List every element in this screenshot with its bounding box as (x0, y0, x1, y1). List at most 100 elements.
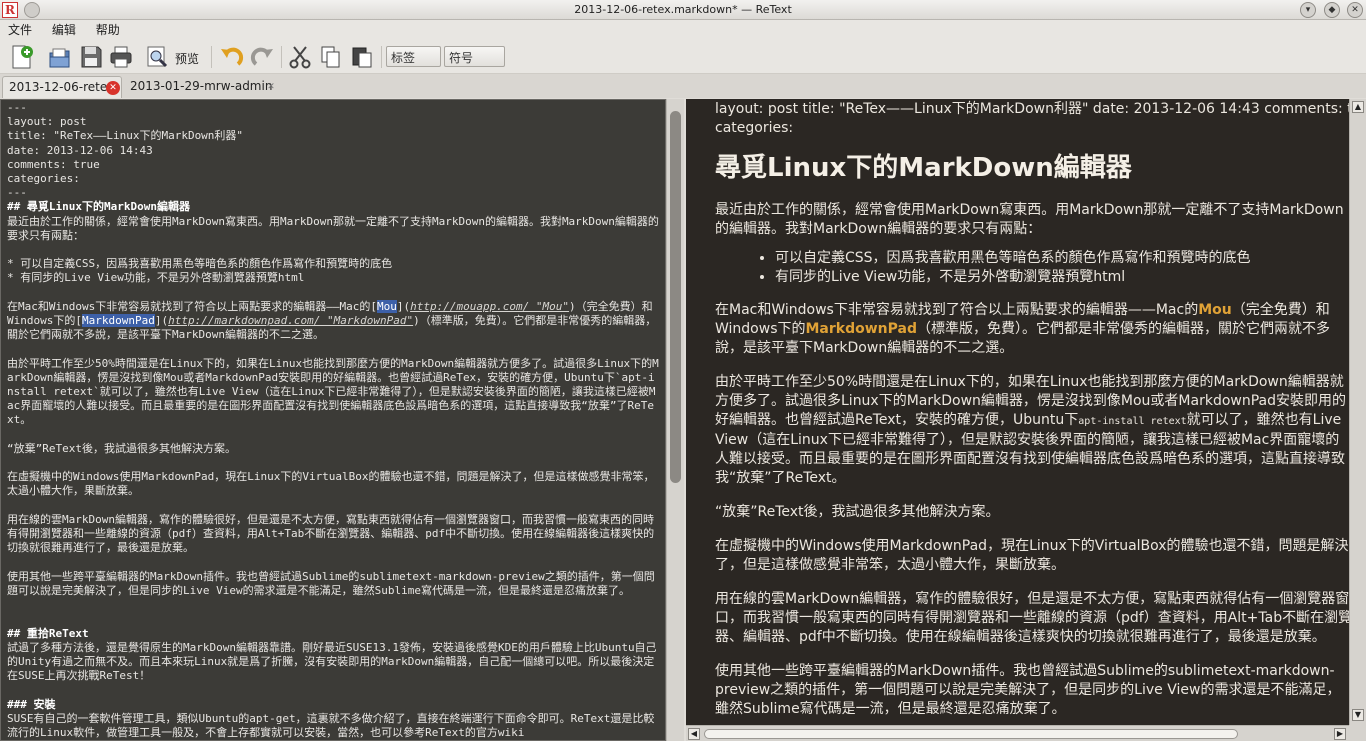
preview-paragraph: 使用其他一些跨平臺編輯器的MarkDown插件。我也曾經試過Sublime的su… (715, 663, 1341, 717)
tab-2013-12-06-retex[interactable]: 2013-12-06-retex ✕ (2, 76, 122, 98)
editor-paragraph: 最近由於工作的關係，經常會使用MarkDown寫東西。用MarkDown那就一定… (7, 214, 659, 242)
close-tab-icon[interactable]: ✕ (106, 81, 120, 95)
editor-paragraph: 在Mac和Windows下非常容易就找到了符合以上兩點要求的編輯器——Mac的[… (7, 299, 656, 341)
preview-list-item: 可以自定義CSS，因爲我喜歡用黑色等暗色系的顏色作爲寫作和預覽時的底色 (775, 249, 1349, 268)
preview-meta-line: layout: post title: "ReTex——Linux下的MarkD… (715, 101, 1349, 117)
preview-label: 预览 (175, 52, 200, 66)
title-bar[interactable]: R 2013-12-06-retex.markdown* — ReText ▾ … (0, 0, 1366, 20)
close-tab-icon[interactable]: ✕ (264, 80, 278, 94)
editor-paragraph: “放棄”ReText後，我試過很多其他解決方案。 (7, 441, 236, 455)
toolbar: 预览 标签 符号 (0, 40, 1366, 74)
preview-button[interactable]: 预览 (145, 44, 207, 70)
scroll-down-arrow-icon[interactable]: ▼ (1352, 709, 1364, 721)
tab-bar: 2013-12-06-retex ✕ 2013-01-29-mrw-admin … (0, 74, 1366, 98)
scissors-icon (289, 46, 311, 69)
paste-button[interactable] (349, 44, 375, 70)
open-button[interactable] (47, 44, 73, 70)
editor-list-item: * 有同步的Live View功能，不是另外啓動瀏覽器預覽html (7, 271, 305, 285)
symbols-combo[interactable]: 符号 (444, 46, 505, 67)
preview-paragraph: 在虛擬機中的Windows使用MarkdownPad，現在Linux下的Virt… (715, 538, 1349, 573)
preview-magnifier-icon (147, 46, 168, 68)
copy-icon (321, 46, 340, 68)
preview-paragraph: “放棄”ReText後，我試過很多其他解決方案。 (715, 504, 1000, 520)
redo-button[interactable] (250, 44, 276, 70)
editor-link-text: Mou (376, 299, 397, 313)
minimize-button[interactable]: ▾ (1300, 2, 1316, 18)
editor-link-text: MarkdownPad (81, 314, 155, 328)
paste-icon (352, 47, 372, 68)
editor-scrollbar-thumb[interactable] (670, 111, 681, 483)
tab-2013-01-29-mrw-admin[interactable]: 2013-01-29-mrw-admin ✕ (124, 76, 284, 98)
preview-hscroll-thumb[interactable] (704, 729, 1238, 739)
live-preview: layout: post title: "ReTex——Linux下的MarkD… (686, 99, 1349, 725)
preview-list: 可以自定義CSS，因爲我喜歡用黑色等暗色系的顏色作爲寫作和預覽時的底色 有同步的… (775, 249, 1349, 287)
tab-label: 2013-12-06-retex (9, 80, 115, 94)
preview-paragraph: 用在線的雲MarkDown編輯器，寫作的體驗很好，但是還是不太方便，寫點東西就得… (715, 591, 1349, 645)
markdown-editor[interactable]: --- layout: post title: "ReTex——Linux下的M… (0, 99, 666, 741)
editor-link-url: http://markdownpad.com/ "MarkdownPad" (168, 314, 414, 328)
mou-link[interactable]: Mou (1198, 302, 1232, 318)
preview-meta-line: categories: (715, 120, 794, 136)
undo-icon (221, 47, 244, 66)
new-document-button[interactable] (9, 44, 35, 70)
editor-line: --- (7, 186, 27, 200)
editor-line: date: 2013-12-06 14:43 (7, 143, 153, 157)
preview-vertical-scrollbar[interactable]: ▲ ▼ (1349, 99, 1366, 725)
scroll-up-arrow-icon[interactable]: ▲ (1352, 101, 1364, 113)
new-document-icon (12, 45, 33, 69)
editor-text: --- layout: post title: "ReTex——Linux下的M… (1, 100, 665, 740)
editor-heading: ## 尋覓Linux下的MarkDown編輯器 (7, 200, 190, 214)
editor-scrollbar[interactable] (666, 99, 684, 741)
editor-text-run: 在Mac和Windows下非常容易就找到了符合以上兩點要求的編輯器——Mac的[ (7, 299, 377, 313)
print-button[interactable] (108, 44, 134, 70)
markdownpad-link[interactable]: MarkdownPad (806, 321, 918, 337)
editor-line: --- (7, 101, 27, 114)
editor-heading: ### 安裝 (7, 697, 56, 711)
preview-paragraph: 在Mac和Windows下非常容易就找到了符合以上兩點要求的編輯器——Mac的M… (715, 301, 1349, 358)
preview-content: layout: post title: "ReTex——Linux下的MarkD… (715, 100, 1349, 725)
copy-button[interactable] (318, 44, 344, 70)
editor-paragraph: 試過了多種方法後，還是覺得原生的MarkDown編輯器靠譜。剛好最近SUSE13… (7, 640, 657, 683)
tags-combo[interactable]: 标签 (386, 46, 441, 67)
editor-link-url: http://mouapp.com/ "Mou" (410, 299, 570, 313)
menu-bar: 文件 编辑 帮助 (0, 20, 1366, 40)
preview-list-item: 有同步的Live View功能，不是另外啓動瀏覽器預覽html (775, 268, 1349, 287)
editor-paragraph: SUSE有自己的一套軟件管理工具，類似Ubuntu的apt-get，這裏就不多做… (7, 711, 655, 739)
editor-text-run: ]( (154, 314, 169, 328)
maximize-button[interactable]: ◆ (1324, 2, 1340, 18)
scroll-right-arrow-icon[interactable]: ▶ (1334, 728, 1346, 740)
editor-line: categories: (7, 172, 80, 186)
save-icon (81, 46, 102, 68)
editor-paragraph: 由於平時工作至少50%時間還是在Linux下的，如果在Linux也能找到那麼方便… (7, 356, 659, 427)
toolbar-separator (381, 46, 382, 68)
close-window-button[interactable]: ✕ (1347, 2, 1363, 18)
preview-text-run: 在Mac和Windows下非常容易就找到了符合以上兩點要求的編輯器——Mac的 (715, 302, 1199, 318)
scroll-left-arrow-icon[interactable]: ◀ (688, 728, 700, 740)
save-button[interactable] (78, 44, 104, 70)
undo-button[interactable] (218, 44, 244, 70)
preview-heading: 尋覓Linux下的MarkDown編輯器 (715, 153, 1132, 183)
printer-icon (110, 46, 132, 68)
window-title: 2013-12-06-retex.markdown* — ReText (574, 3, 792, 16)
editor-paragraph: 使用其他一些跨平臺編輯器的MarkDown插件。我也曾經試過Sublime的su… (7, 569, 655, 597)
preview-inline-code: apt-install retext (1078, 416, 1187, 427)
preview-horizontal-scrollbar[interactable]: ◀ ▶ (686, 725, 1349, 741)
editor-list-item: * 可以自定義CSS，因爲我喜歡用黑色等暗色系的顏色作爲寫作和預覽時的底色 (7, 257, 393, 271)
editor-line: layout: post (7, 115, 87, 129)
editor-line: comments: true (7, 157, 100, 171)
cut-button[interactable] (287, 44, 313, 70)
redo-icon (250, 47, 273, 66)
editor-paragraph: 在虛擬機中的Windows使用MarkdownPad，現在Linux下的Virt… (7, 470, 655, 498)
tab-label: 2013-01-29-mrw-admin (130, 79, 273, 93)
menu-file[interactable]: 文件 (0, 20, 40, 39)
toolbar-separator (211, 46, 212, 68)
editor-heading: ## 重拾ReText (7, 626, 89, 640)
menu-edit[interactable]: 编辑 (44, 20, 84, 39)
preview-paragraph: 最近由於工作的關係，經常會使用MarkDown寫東西。用MarkDown那就一定… (715, 202, 1344, 237)
menu-help[interactable]: 帮助 (88, 20, 128, 39)
editor-line: title: "ReTex——Linux下的MarkDown利器" (7, 129, 244, 143)
editor-text-run: ]( (396, 299, 411, 313)
toolbar-separator (281, 46, 282, 68)
preview-paragraph: 由於平時工作至少50%時間還是在Linux下的，如果在Linux也能找到那麼方便… (715, 373, 1349, 488)
scrollbar-corner (1349, 725, 1366, 741)
